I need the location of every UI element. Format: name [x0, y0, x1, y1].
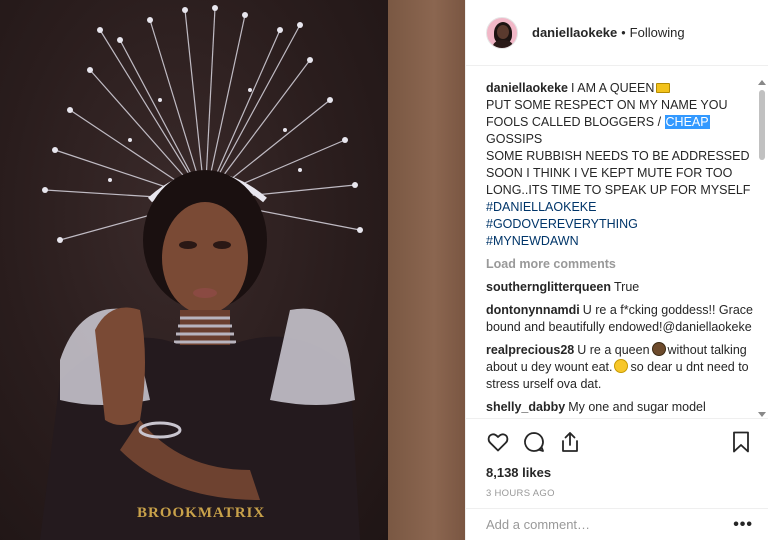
crown-emoji-icon: [656, 83, 671, 93]
heart-icon[interactable]: [486, 430, 510, 454]
header-username[interactable]: daniellaokeke: [532, 25, 617, 40]
header-separator: •: [621, 25, 626, 40]
caption-line-1: I AM A QUEEN: [571, 81, 655, 95]
comment-text: My one and sugar model: [568, 400, 706, 414]
comment-username[interactable]: realprecious28: [486, 343, 574, 357]
share-icon[interactable]: [558, 430, 582, 454]
post-sidebar: daniellaokeke • Following daniellaokeke I…: [465, 0, 768, 540]
load-more-comments-button[interactable]: Load more comments: [486, 256, 756, 273]
list-item: dontonynnamdi U re a f*cking goddess!! Gr…: [486, 302, 756, 336]
scroll-up-icon[interactable]: [758, 80, 766, 85]
comments-list[interactable]: daniellaokeke I AM A QUEEN PUT SOME RESPE…: [486, 80, 756, 417]
caption-username[interactable]: daniellaokeke: [486, 81, 568, 95]
portrait-illustration: [40, 5, 363, 540]
list-item: southernglitterqueen True: [486, 279, 756, 296]
hashtag-daniellaokeke[interactable]: #DANIELLAOKEKE: [486, 199, 756, 216]
add-comment-bar: Add a comment… •••: [466, 508, 768, 540]
post-actions: 8,138 likes 3 HOURS AGO: [466, 418, 768, 499]
queen-emoji-icon: [651, 342, 666, 356]
selected-text: CHEAP: [664, 115, 710, 129]
list-item: shelly_dabby My one and sugar model: [486, 399, 756, 416]
post-photo[interactable]: BROOKMATRIX: [0, 0, 465, 540]
comment-text: U re a queen: [577, 343, 650, 357]
list-item: realprecious28 U re a queen without talkin…: [486, 342, 756, 393]
scroll-down-icon[interactable]: [758, 412, 766, 417]
caption: daniellaokeke I AM A QUEEN PUT SOME RESPE…: [486, 80, 756, 250]
more-options-icon[interactable]: •••: [733, 516, 753, 534]
likes-count[interactable]: 8,138 likes: [486, 465, 753, 480]
comment-username[interactable]: southernglitterqueen: [486, 280, 611, 294]
comment-input[interactable]: Add a comment…: [486, 517, 590, 532]
caption-line-3: SOME RUBBISH NEEDS TO BE ADDRESSED SOON …: [486, 149, 751, 197]
post-header: daniellaokeke • Following: [466, 0, 768, 66]
comment-username[interactable]: shelly_dabby: [486, 400, 565, 414]
hashtag-mynewdawn[interactable]: #MYNEWDAWN: [486, 233, 756, 250]
comment-icon[interactable]: [522, 430, 546, 454]
laughing-emoji-icon: [614, 359, 629, 373]
instagram-post: BROOKMATRIX daniellaokeke • Following da…: [0, 0, 768, 540]
comment-username[interactable]: dontonynnamdi: [486, 303, 580, 317]
bookmark-icon[interactable]: [729, 430, 753, 454]
scrollbar-thumb[interactable]: [759, 90, 765, 160]
avatar[interactable]: [486, 16, 518, 49]
comments-scrollbar[interactable]: [758, 80, 766, 417]
caption-line-2b: GOSSIPS: [486, 132, 543, 146]
following-button[interactable]: Following: [630, 25, 685, 40]
post-timestamp[interactable]: 3 HOURS AGO: [486, 488, 753, 499]
photo-watermark: BROOKMATRIX: [137, 505, 266, 521]
comment-text: True: [614, 280, 640, 294]
hashtag-godovereverything[interactable]: #GODOVEREVERYTHING: [486, 216, 756, 233]
